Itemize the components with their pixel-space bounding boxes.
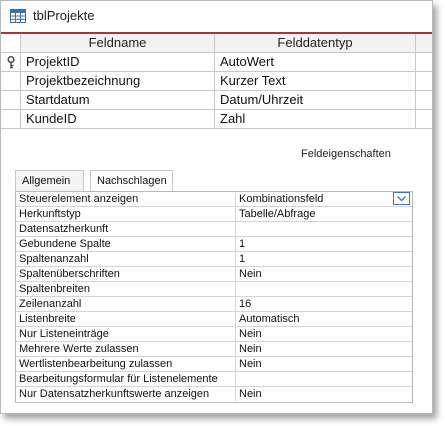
table-row[interactable]: Projektbezeichnung Kurzer Text <box>1 72 432 91</box>
property-row[interactable]: Spaltenanzahl 1 <box>16 252 412 267</box>
property-label: Spaltenanzahl <box>16 252 236 266</box>
description-cell[interactable] <box>416 53 432 72</box>
property-row[interactable]: Mehrere Werte zulassen Nein <box>16 342 412 357</box>
field-name-cell[interactable]: Projektbezeichnung <box>21 72 215 91</box>
description-cell[interactable] <box>416 72 432 91</box>
property-label: Nur Datensatzherkunftswerte anzeigen <box>16 387 236 401</box>
property-row[interactable]: Nur Listeneinträge Nein <box>16 327 412 342</box>
dropdown-button[interactable] <box>393 192 410 205</box>
property-value[interactable]: 16 <box>236 297 412 311</box>
field-name-cell[interactable]: KundeID <box>21 110 215 129</box>
data-type-cell[interactable]: Datum/Uhrzeit <box>215 91 416 110</box>
property-row[interactable]: Herkunftstyp Tabelle/Abfrage <box>16 207 412 222</box>
row-selector[interactable] <box>1 91 21 110</box>
property-value[interactable]: Nein <box>236 327 412 341</box>
table-icon <box>10 9 26 23</box>
property-label: Steuerelement anzeigen <box>16 192 236 206</box>
property-label: Herkunftstyp <box>16 207 236 221</box>
property-value[interactable] <box>236 372 412 386</box>
property-value[interactable] <box>236 222 412 236</box>
data-type-cell[interactable]: AutoWert <box>215 53 416 72</box>
chevron-down-icon <box>397 196 406 202</box>
property-value[interactable]: 1 <box>236 252 412 266</box>
title-bar: tblProjekte <box>1 1 432 32</box>
field-name-cell[interactable]: Startdatum <box>21 91 215 110</box>
property-value[interactable]: Automatisch <box>236 312 412 326</box>
property-row[interactable]: Zeilenanzahl 16 <box>16 297 412 312</box>
description-cell[interactable] <box>416 91 432 110</box>
property-value[interactable]: Tabelle/Abfrage <box>236 207 412 221</box>
property-row[interactable]: Bearbeitungsformular für Listenelemente <box>16 372 412 387</box>
property-label: Bearbeitungsformular für Listenelemente <box>16 372 236 386</box>
property-label: Spaltenbreiten <box>16 282 236 296</box>
table-design-window: tblProjekte Feldname Felddatentyp Projek… <box>0 0 433 414</box>
tab-allgemein[interactable]: Allgemein <box>15 170 84 191</box>
property-label: Listenbreite <box>16 312 236 326</box>
description-cell[interactable] <box>416 110 432 129</box>
property-label: Gebundene Spalte <box>16 237 236 251</box>
table-row[interactable]: ProjektID AutoWert <box>1 53 432 72</box>
property-row[interactable]: Gebundene Spalte 1 <box>16 237 412 252</box>
header-data-type[interactable]: Felddatentyp <box>215 34 416 53</box>
property-value[interactable]: Nein <box>236 357 412 371</box>
property-value[interactable] <box>236 282 412 296</box>
property-row[interactable]: Datensatzherkunft <box>16 222 412 237</box>
select-all-cell[interactable] <box>1 34 21 53</box>
property-label: Mehrere Werte zulassen <box>16 342 236 356</box>
property-label: Zeilenanzahl <box>16 297 236 311</box>
property-value[interactable]: Nein <box>236 342 412 356</box>
row-selector[interactable] <box>1 72 21 91</box>
field-properties-label: Feldeigenschaften <box>301 148 391 160</box>
property-value[interactable]: Kombinationsfeld <box>236 192 412 206</box>
property-value[interactable]: Nein <box>236 267 412 281</box>
row-selector[interactable] <box>1 53 21 72</box>
header-description[interactable] <box>416 34 432 53</box>
property-label: Datensatzherkunft <box>16 222 236 236</box>
property-sheet: Steuerelement anzeigen Kombinationsfeld … <box>15 191 413 403</box>
field-name-cell[interactable]: ProjektID <box>21 53 215 72</box>
property-row[interactable]: Nur Datensatzherkunftswerte anzeigen Nei… <box>16 387 412 402</box>
key-icon <box>7 56 15 69</box>
property-row[interactable]: Listenbreite Automatisch <box>16 312 412 327</box>
property-row[interactable]: Wertlistenbearbeitung zulassen Nein <box>16 357 412 372</box>
window-title: tblProjekte <box>33 8 95 23</box>
header-field-name[interactable]: Feldname <box>21 34 215 53</box>
property-row[interactable]: Spaltenbreiten <box>16 282 412 297</box>
tab-nachschlagen[interactable]: Nachschlagen <box>90 170 173 192</box>
grid-header-row: Feldname Felddatentyp <box>1 34 432 53</box>
property-label: Nur Listeneinträge <box>16 327 236 341</box>
data-type-cell[interactable]: Zahl <box>215 110 416 129</box>
property-label: Spaltenüberschriften <box>16 267 236 281</box>
table-row[interactable]: Startdatum Datum/Uhrzeit <box>1 91 432 110</box>
property-label: Wertlistenbearbeitung zulassen <box>16 357 236 371</box>
property-value[interactable]: Nein <box>236 387 412 401</box>
property-value[interactable]: 1 <box>236 237 412 251</box>
data-type-cell[interactable]: Kurzer Text <box>215 72 416 91</box>
table-row[interactable]: KundeID Zahl <box>1 110 432 129</box>
property-row[interactable]: Steuerelement anzeigen Kombinationsfeld <box>16 192 412 207</box>
row-selector[interactable] <box>1 110 21 129</box>
property-row[interactable]: Spaltenüberschriften Nein <box>16 267 412 282</box>
